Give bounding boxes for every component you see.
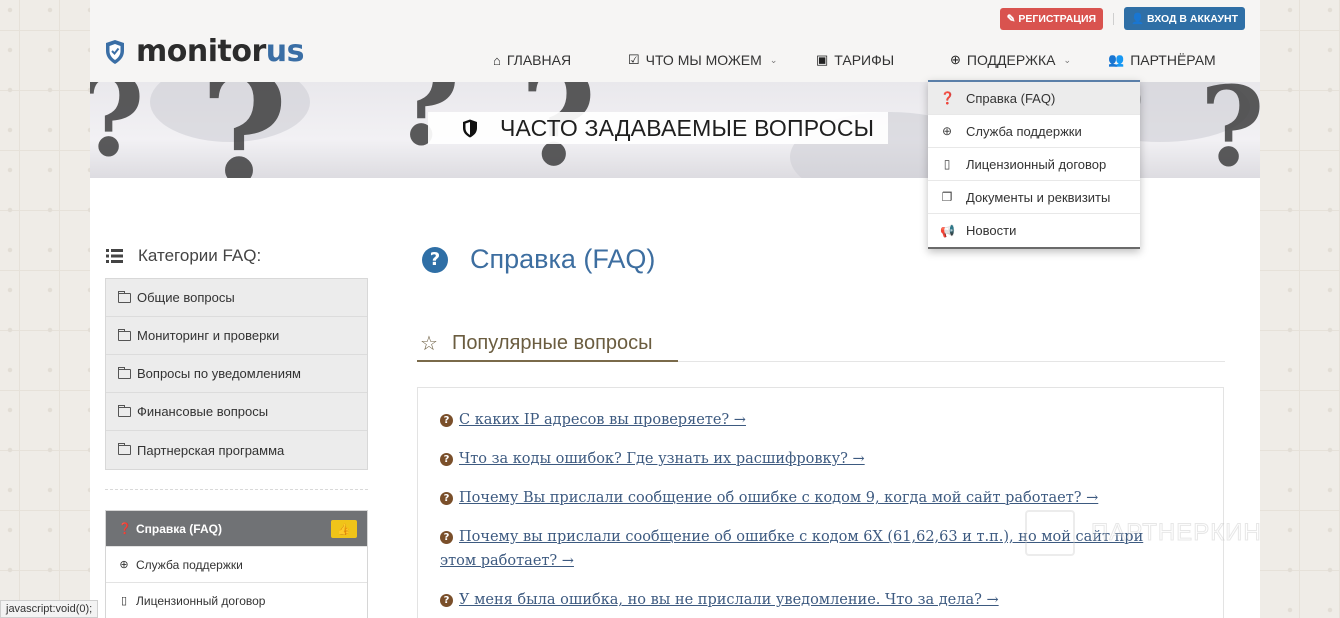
question-circle-icon: ? xyxy=(440,531,453,544)
question-circle-icon: ❓ xyxy=(940,91,955,105)
faq-item: ? С каких IP адресов вы проверяете? → xyxy=(440,408,746,432)
question-circle-icon: ? xyxy=(422,246,448,273)
divider xyxy=(1113,12,1115,25)
nav-item-home[interactable]: ⌂ ГЛАВНАЯ xyxy=(493,52,571,68)
chevron-down-icon: ⌄ xyxy=(1063,54,1071,65)
faq-link[interactable]: С каких IP адресов вы проверяете? → xyxy=(459,412,746,428)
watermark: ПАРТНЕРКИН xyxy=(1025,510,1262,556)
banner-title: ЧАСТО ЗАДАВАЕМЫЕ ВОПРОСЫ xyxy=(428,112,889,144)
page-title: ? Справка (FAQ) xyxy=(422,244,655,275)
folder-icon xyxy=(118,366,131,379)
nav-item-support[interactable]: ⊕ ПОДДЕРЖКА ⌄ xyxy=(950,52,1071,68)
copy-icon: ❐ xyxy=(941,190,953,204)
support-menu-item-faq[interactable]: ❓ Справка (FAQ) 👍 xyxy=(106,511,367,547)
dropdown-item-faq[interactable]: ❓ Справка (FAQ) xyxy=(928,82,1140,115)
category-item[interactable]: Вопросы по уведомлениям xyxy=(106,355,367,393)
file-icon: ▯ xyxy=(120,595,128,607)
register-button[interactable]: ✎ РЕГИСТРАЦИЯ xyxy=(999,7,1104,30)
question-circle-icon: ? xyxy=(440,414,453,427)
money-icon: ▣ xyxy=(816,52,829,67)
faq-item: ? У меня была ошибка, но вы не прислали у… xyxy=(440,588,999,612)
chat-bubble-icon xyxy=(1025,510,1075,556)
support-menu: ❓ Справка (FAQ) 👍 ⊕ Служба поддержки ▯ Л… xyxy=(105,510,368,618)
site-logo[interactable]: monitorus xyxy=(104,34,304,69)
category-item[interactable]: Финансовые вопросы xyxy=(106,393,367,431)
folder-icon xyxy=(118,404,131,417)
folder-icon xyxy=(118,328,131,341)
folder-icon xyxy=(118,290,131,303)
banner-decoration: ? xyxy=(200,82,288,178)
question-circle-icon: ? xyxy=(440,453,453,466)
login-button[interactable]: 👤 ВХОД В АККАУНТ xyxy=(1124,7,1245,30)
nav-item-features[interactable]: ☑ ЧТО МЫ МОЖЕМ ⌄ xyxy=(628,52,777,68)
sidebar-title: Категории FAQ: xyxy=(106,246,261,266)
home-icon: ⌂ xyxy=(493,52,501,68)
category-item[interactable]: Общие вопросы xyxy=(106,279,367,317)
question-circle-icon: ❓ xyxy=(118,523,132,535)
support-menu-item-license[interactable]: ▯ Лицензионный договор xyxy=(106,583,367,618)
support-dropdown-menu: ❓ Справка (FAQ) ⊕ Служба поддержки ▯ Лиценз… xyxy=(928,80,1140,249)
users-icon: 👥 xyxy=(1108,52,1125,67)
star-icon: ☆ xyxy=(420,332,438,355)
banner-decoration: ? xyxy=(90,82,144,178)
nav-item-partners[interactable]: 👥 ПАРТНЁРАМ xyxy=(1108,52,1216,68)
thumbs-up-icon: 👍 xyxy=(331,520,357,538)
question-circle-icon: ? xyxy=(440,594,453,607)
logo-text: monitorus xyxy=(136,34,304,69)
faq-item: ? Что за коды ошибок? Где узнать их расши… xyxy=(440,447,865,471)
folder-icon xyxy=(118,443,131,455)
dropdown-item-news[interactable]: 📢 Новости xyxy=(928,214,1140,247)
bullhorn-icon: 📢 xyxy=(940,223,955,238)
status-bar-url: javascript:void(0); xyxy=(0,600,99,618)
lifebuoy-icon: ⊕ xyxy=(941,124,953,138)
category-item[interactable]: Мониторинг и проверки xyxy=(106,317,367,355)
lifebuoy-icon: ⊕ xyxy=(119,559,129,571)
faq-link[interactable]: У меня была ошибка, но вы не прислали ув… xyxy=(459,592,999,608)
site-header: monitorus ✎ РЕГИСТРАЦИЯ 👤 ВХОД В АККАУНТ… xyxy=(90,0,1260,82)
lifebuoy-icon: ⊕ xyxy=(950,52,961,67)
check-square-icon: ☑ xyxy=(628,52,640,67)
dropdown-item-license[interactable]: ▯ Лицензионный договор xyxy=(928,148,1140,181)
nav-item-pricing[interactable]: ▣ ТАРИФЫ xyxy=(816,52,894,68)
question-circle-icon: ? xyxy=(440,492,453,505)
user-icon: 👤 xyxy=(1131,13,1148,25)
dropdown-item-helpdesk[interactable]: ⊕ Служба поддержки xyxy=(928,115,1140,148)
dropdown-item-documents[interactable]: ❐ Документы и реквизиты xyxy=(928,181,1140,214)
edit-icon: ✎ xyxy=(1006,12,1019,25)
faq-link[interactable]: Что за коды ошибок? Где узнать их расшиф… xyxy=(459,451,865,467)
faq-list: ? С каких IP адресов вы проверяете? → ? Чт… xyxy=(417,387,1224,618)
list-icon xyxy=(106,249,123,263)
banner-decoration: ? xyxy=(1200,82,1260,178)
category-list: Общие вопросы Мониторинг и проверки Вопр… xyxy=(105,278,368,470)
faq-item: ? Почему Вы прислали сообщение об ошибке … xyxy=(440,486,1098,510)
chevron-down-icon: ⌄ xyxy=(769,54,778,65)
category-item[interactable]: Партнерская программа xyxy=(106,431,367,469)
support-menu-item-helpdesk[interactable]: ⊕ Служба поддержки xyxy=(106,547,367,583)
faq-link[interactable]: Почему Вы прислали сообщение об ошибке с… xyxy=(459,490,1098,506)
file-icon: ▯ xyxy=(943,157,951,171)
shield-icon xyxy=(463,119,477,138)
popular-section-header: ☆ Популярные вопросы xyxy=(417,326,1225,362)
shield-logo-icon xyxy=(106,39,124,64)
divider xyxy=(105,489,368,490)
